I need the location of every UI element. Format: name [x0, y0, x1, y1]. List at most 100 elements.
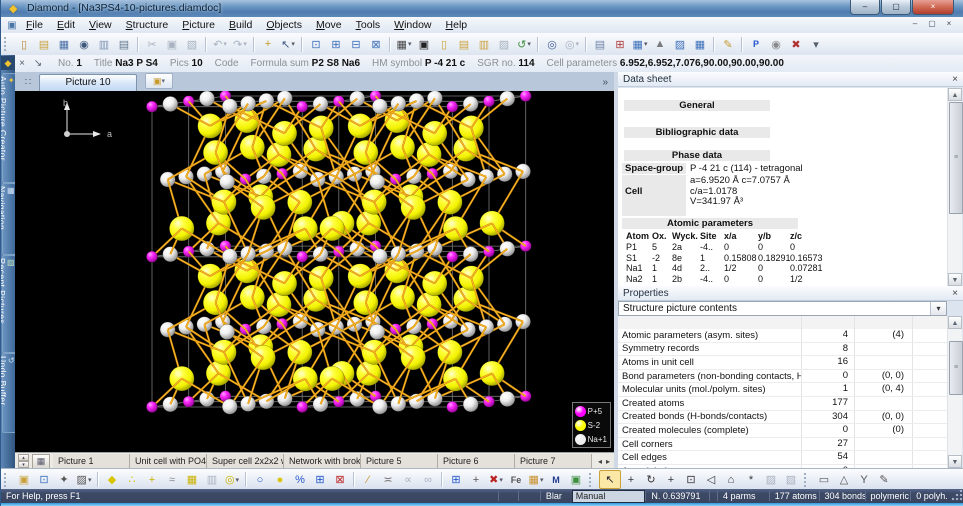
- tables-more-button[interactable]: ▦▾: [630, 36, 650, 53]
- refresh-picture-button[interactable]: ↺▾: [514, 36, 534, 53]
- measure-angle-button[interactable]: △: [834, 471, 854, 488]
- menu-build[interactable]: Build: [222, 19, 259, 31]
- scroll-down-icon[interactable]: ▼: [948, 273, 962, 286]
- origin-shift-button[interactable]: +: [466, 471, 486, 488]
- move-view-button[interactable]: +: [621, 471, 641, 488]
- properties-close-icon[interactable]: ×: [952, 286, 958, 301]
- zoom-window-button[interactable]: ⊡: [681, 471, 701, 488]
- table-row[interactable]: Atoms in unit cell16: [618, 356, 947, 370]
- menu-objects[interactable]: Objects: [259, 19, 309, 31]
- picture-tab-network-with-broken[interactable]: Network with broken...: [284, 454, 361, 469]
- new-picture-tab-button[interactable]: ▣ ▾: [145, 73, 173, 89]
- picture-tools-button[interactable]: ✦: [54, 471, 74, 488]
- scroll-down-icon[interactable]: ▼: [948, 455, 962, 468]
- datasheet-scrollbar[interactable]: ▲ ≡ ▼: [947, 88, 962, 286]
- table-row[interactable]: Atomic parameters (asym. sites)4(4): [618, 329, 947, 343]
- view-report-button[interactable]: ⊠: [366, 36, 386, 53]
- picture-tab-super-cell-2x2x2-wit[interactable]: Super cell 2x2x2 wit...: [207, 454, 284, 469]
- view-structure-button[interactable]: ⊡: [306, 36, 326, 53]
- background-color-button[interactable]: ▣: [566, 471, 586, 488]
- destroy-objects-button[interactable]: ✖▾: [486, 471, 506, 488]
- properties-scrollbar[interactable]: ▲ ≡ ▼: [947, 316, 962, 468]
- toolbar-grip[interactable]: [4, 37, 11, 51]
- povray-export-button[interactable]: P: [746, 36, 766, 53]
- close-button[interactable]: ×: [912, 0, 954, 15]
- tab-list-icon[interactable]: ▦: [32, 454, 50, 469]
- spin-view-button[interactable]: *: [741, 471, 761, 488]
- title-bar[interactable]: ◆ Diamond - [Na3PS4-10-pictures.diamdoc]…: [1, 0, 963, 17]
- table-row[interactable]: Created molecules (complete)0(0): [618, 424, 947, 438]
- polyhedra-button[interactable]: %: [290, 471, 310, 488]
- goto-record-icon[interactable]: ↘: [30, 58, 46, 69]
- tabs-scroll-right-icon[interactable]: ▸: [606, 457, 610, 466]
- contact-tool-button[interactable]: ≍: [378, 471, 398, 488]
- distances-table-button[interactable]: ⊞: [610, 36, 630, 53]
- open-document-button[interactable]: ▤: [34, 36, 54, 53]
- table-row[interactable]: Bond parameters (non-bonding contacts, H…: [618, 370, 947, 384]
- table-row[interactable]: Created bonds (H-bonds/contacts)304(0, 0…: [618, 411, 947, 425]
- sidebar-item-navigation[interactable]: ▦Navigation: [2, 183, 16, 255]
- picture-screen-button[interactable]: ▣: [414, 36, 434, 53]
- atom-legend[interactable]: P+5S-2Na+1: [572, 402, 611, 448]
- view-data-button[interactable]: ⊞: [326, 36, 346, 53]
- picture-export-button[interactable]: ⊡: [34, 471, 54, 488]
- zoom-tool-button[interactable]: ◎: [542, 36, 562, 53]
- properties-view-select[interactable]: Structure picture contents ▾: [618, 301, 947, 316]
- datasheet-panel-header[interactable]: Data sheet ×: [618, 72, 963, 87]
- rotate-view-button[interactable]: ↻: [641, 471, 661, 488]
- tab-grid-icon[interactable]: ∷: [19, 75, 37, 90]
- mdi-minimize-button[interactable]: ‒: [908, 19, 922, 30]
- picture-tab-picture-6[interactable]: Picture 6: [438, 454, 515, 469]
- table-row[interactable]: Created atoms177: [618, 397, 947, 411]
- scroll-up-icon[interactable]: ▲: [948, 316, 962, 329]
- new-document-button[interactable]: ▯: [14, 36, 34, 53]
- mdi-restore-button[interactable]: ▢: [925, 19, 939, 30]
- coordination-sphere-button[interactable]: ○: [250, 471, 270, 488]
- menu-tools[interactable]: Tools: [349, 19, 388, 31]
- menu-help[interactable]: Help: [439, 19, 475, 31]
- fill-cell-button[interactable]: ▦: [182, 471, 202, 488]
- picture-gallery-button[interactable]: ▨▾: [74, 471, 94, 488]
- sidebar-item-recent-pictures[interactable]: ▨Recent Pictures: [2, 255, 16, 353]
- network-break-button[interactable]: ⊠: [330, 471, 350, 488]
- menu-view[interactable]: View: [82, 19, 119, 31]
- picture-tab-unit-cell-with-po4-po[interactable]: Unit cell with PO4 po...: [130, 454, 207, 469]
- chart-powder-button[interactable]: ▨: [670, 36, 690, 53]
- picture-tab-picture-5[interactable]: Picture 5: [361, 454, 438, 469]
- coordination-filled-button[interactable]: ●: [270, 471, 290, 488]
- shift-view-button[interactable]: +: [661, 471, 681, 488]
- picture-tab-picture-7[interactable]: Picture 7: [515, 454, 592, 469]
- sidebar-item-undo-buffer[interactable]: ↺Undo Buffer: [2, 353, 16, 433]
- new-picture-button[interactable]: ▯: [434, 36, 454, 53]
- datasheet-scroll-thumb[interactable]: ≡: [949, 102, 963, 214]
- picture-wizard-button[interactable]: ✎: [718, 36, 738, 53]
- measure-free-button[interactable]: ✎: [874, 471, 894, 488]
- picture-viewer-button[interactable]: ▣: [14, 471, 34, 488]
- mdi-close-button[interactable]: ×: [942, 19, 956, 30]
- tab-picture-10[interactable]: Picture 10: [39, 74, 137, 91]
- render-scene-button[interactable]: ◉: [766, 36, 786, 53]
- tab-overflow-icon[interactable]: »: [602, 77, 608, 88]
- picture-tab-picture-1[interactable]: Picture 1: [53, 454, 130, 469]
- data-tables-button[interactable]: ▦▾: [394, 36, 414, 53]
- toolbar-grip[interactable]: [589, 473, 596, 487]
- menu-window[interactable]: Window: [387, 19, 438, 31]
- bond-tool-button[interactable]: ∕: [358, 471, 378, 488]
- measure-distance-button[interactable]: ▭: [814, 471, 834, 488]
- scroll-up-icon[interactable]: ▲: [948, 88, 962, 101]
- menu-structure[interactable]: Structure: [119, 19, 176, 31]
- menu-edit[interactable]: Edit: [50, 19, 82, 31]
- picture-properties-button[interactable]: ▥: [474, 36, 494, 53]
- video-record-button[interactable]: ✖: [786, 36, 806, 53]
- view-home-button[interactable]: ⌂: [721, 471, 741, 488]
- network-build-button[interactable]: ⊞: [310, 471, 330, 488]
- select-mode-button[interactable]: ↖▾: [278, 36, 298, 53]
- close-record-icon[interactable]: ×: [14, 58, 30, 69]
- element-symbols-button[interactable]: Fe: [506, 471, 526, 488]
- print-preview-button[interactable]: ▥: [94, 36, 114, 53]
- unit-cell-edit-button[interactable]: ⊞: [446, 471, 466, 488]
- toolbar-grip[interactable]: [4, 473, 11, 487]
- table-row[interactable]: Molecular units (mol./polym. sites)1(0, …: [618, 383, 947, 397]
- properties-panel-header[interactable]: Properties ×: [618, 286, 963, 301]
- sidebar-item-auto-picture-creator[interactable]: ✦Auto Picture Creator: [2, 73, 16, 183]
